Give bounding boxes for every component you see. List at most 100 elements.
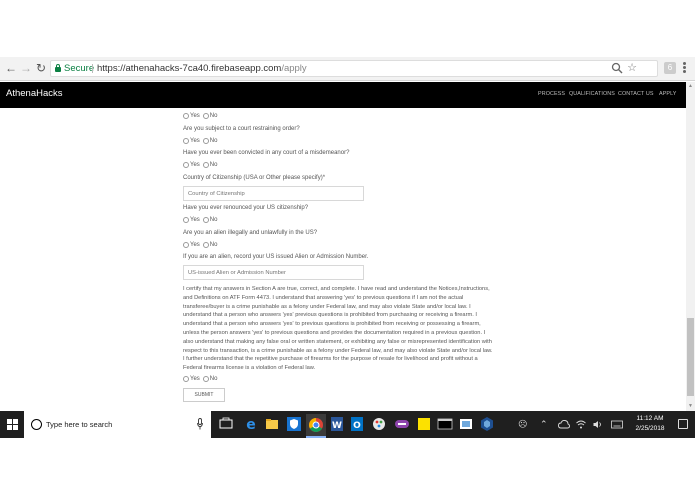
lock-icon — [55, 64, 61, 72]
windows-logo-icon — [7, 419, 18, 430]
alien-number-input[interactable] — [183, 265, 364, 280]
radio-no-label: No — [209, 138, 218, 144]
scroll-down-arrow-icon[interactable]: ▼ — [687, 403, 694, 410]
reload-icon[interactable]: ↻ — [34, 61, 48, 75]
certification-line: transferee/buyer is a crime punishable a… — [183, 303, 471, 310]
radio-yes-label: Yes — [190, 162, 200, 168]
url-host: https://athenahacks-7ca40.firebaseapp.co… — [97, 63, 282, 74]
search-zoom-icon[interactable] — [611, 62, 623, 74]
radio-no-label: No — [209, 113, 218, 119]
secure-label: Secure — [64, 63, 95, 74]
people-icon[interactable]: ☹ — [518, 419, 527, 430]
defender-shield-icon[interactable] — [286, 416, 302, 432]
radio-no[interactable] — [202, 138, 209, 144]
certification-text: I certify that my answers in Section A a… — [183, 285, 501, 373]
radio-group-alien: Yes No — [183, 242, 218, 248]
url-text[interactable]: https://athenahacks-7ca40.firebaseapp.co… — [97, 61, 307, 76]
certification-line: unless the person answers 'yes' to previ… — [183, 329, 486, 336]
chrome-taskbar-active[interactable] — [306, 414, 326, 438]
radio-group-prev: Yes No — [183, 113, 218, 119]
brand-logo[interactable]: AthenaHacks — [6, 88, 63, 99]
address-divider — [92, 64, 93, 73]
edge-browser-icon[interactable]: e — [243, 416, 259, 432]
file-explorer-icon[interactable] — [264, 416, 280, 432]
action-center-icon[interactable] — [678, 419, 688, 429]
onedrive-cloud-icon[interactable] — [558, 419, 570, 429]
radio-group-renounced: Yes No — [183, 217, 218, 223]
radio-no[interactable] — [202, 162, 209, 168]
virtualbox-icon[interactable] — [479, 416, 495, 432]
nav-apply[interactable]: APPLY — [659, 91, 676, 97]
browser-menu-icon[interactable] — [682, 61, 686, 75]
keyboard-icon[interactable] — [611, 420, 623, 429]
browser-toolbar: ← → ↻ Secure https://athenahacks-7ca40.f… — [0, 57, 695, 81]
certification-line: Federal firearms license is a violation … — [183, 365, 316, 372]
radio-yes-label: Yes — [190, 138, 200, 144]
submit-button[interactable]: SUBMIT — [183, 388, 225, 402]
nav-process[interactable]: PROCESS — [538, 91, 565, 97]
extension-icon[interactable]: 6 — [664, 62, 676, 74]
wifi-icon[interactable] — [576, 420, 586, 429]
radio-yes[interactable] — [183, 217, 189, 223]
radio-no[interactable] — [202, 242, 209, 248]
address-bar[interactable]: Secure https://athenahacks-7ca40.firebas… — [50, 60, 658, 77]
question-alien-number: If you are an alien, record your US issu… — [183, 254, 369, 260]
snipping-tool-icon[interactable] — [458, 416, 474, 432]
certification-line: and Definitions on ATF Form 4473. I unde… — [183, 294, 464, 301]
taskbar-search-box[interactable]: Type here to search — [24, 411, 211, 438]
radio-yes[interactable] — [183, 376, 189, 382]
terminal-icon[interactable] — [437, 416, 453, 432]
back-arrow-icon[interactable]: ← — [4, 61, 18, 75]
radio-yes-label: Yes — [190, 376, 200, 382]
radio-no-label: No — [209, 217, 218, 223]
certification-line: I further understand that the repetitive… — [183, 356, 478, 363]
certification-line: I certify that my answers in Section A a… — [183, 286, 490, 292]
radio-group-restraining: Yes No — [183, 138, 218, 144]
sticky-notes-icon[interactable] — [416, 416, 432, 432]
scrollbar-thumb[interactable] — [687, 318, 694, 396]
bookmark-star-icon[interactable]: ☆ — [627, 61, 637, 76]
paint-icon[interactable] — [371, 416, 387, 432]
radio-yes[interactable] — [183, 242, 189, 248]
radio-yes[interactable] — [183, 162, 189, 168]
question-alien: Are you an alien illegally and unlawfull… — [183, 230, 318, 236]
citizenship-input[interactable] — [183, 186, 364, 201]
site-navbar: AthenaHacks PROCESS QUALIFICATIONS CONTA… — [0, 82, 686, 108]
taskbar-clock[interactable]: 11:12 AM 2/25/2018 — [630, 414, 670, 434]
question-misdemeanor: Have you ever been convicted in any cour… — [183, 150, 350, 156]
radio-yes[interactable] — [183, 113, 189, 119]
radio-group-certify: Yes No — [183, 376, 218, 382]
clock-date: 2/25/2018 — [635, 425, 665, 432]
start-button[interactable] — [0, 411, 24, 438]
radio-no-label: No — [209, 242, 218, 248]
media-player-icon[interactable] — [394, 416, 410, 432]
nav-qualifications[interactable]: QUALIFICATIONS — [569, 91, 615, 97]
tray-chevron-up-icon[interactable]: ⌃ — [540, 419, 548, 430]
certification-line: understand that a person who answers 'ye… — [183, 321, 481, 328]
radio-yes[interactable] — [183, 138, 189, 144]
question-restraining-order: Are you subject to a court restraining o… — [183, 126, 300, 132]
radio-yes-label: Yes — [190, 113, 200, 119]
task-view-icon[interactable] — [218, 416, 234, 432]
taskbar-search-placeholder: Type here to search — [46, 420, 113, 429]
windows-taskbar: Type here to search e W O ☹ ⌃ 11:12 AM 2… — [0, 411, 695, 438]
nav-contact-us[interactable]: CONTACT US — [618, 91, 654, 97]
certification-line: respect to this transaction, is a crime … — [183, 347, 493, 354]
radio-no[interactable] — [202, 113, 209, 119]
volume-icon[interactable] — [593, 420, 603, 429]
radio-no[interactable] — [202, 217, 209, 223]
radio-no[interactable] — [202, 376, 209, 382]
radio-no-label: No — [209, 162, 218, 168]
scroll-up-arrow-icon[interactable]: ▲ — [687, 83, 694, 90]
radio-no-label: No — [209, 376, 218, 382]
microphone-icon[interactable] — [197, 418, 203, 430]
word-icon[interactable]: W — [329, 416, 345, 432]
radio-yes-label: Yes — [190, 217, 200, 223]
forward-arrow-icon[interactable]: → — [19, 61, 33, 75]
certification-line: understand that a person who answers 'ye… — [183, 312, 477, 319]
svg-text:O: O — [353, 421, 361, 431]
outlook-icon[interactable]: O — [349, 416, 365, 432]
clock-time: 11:12 AM — [636, 415, 664, 422]
url-path: /apply — [281, 63, 307, 74]
svg-text:e: e — [246, 417, 256, 432]
